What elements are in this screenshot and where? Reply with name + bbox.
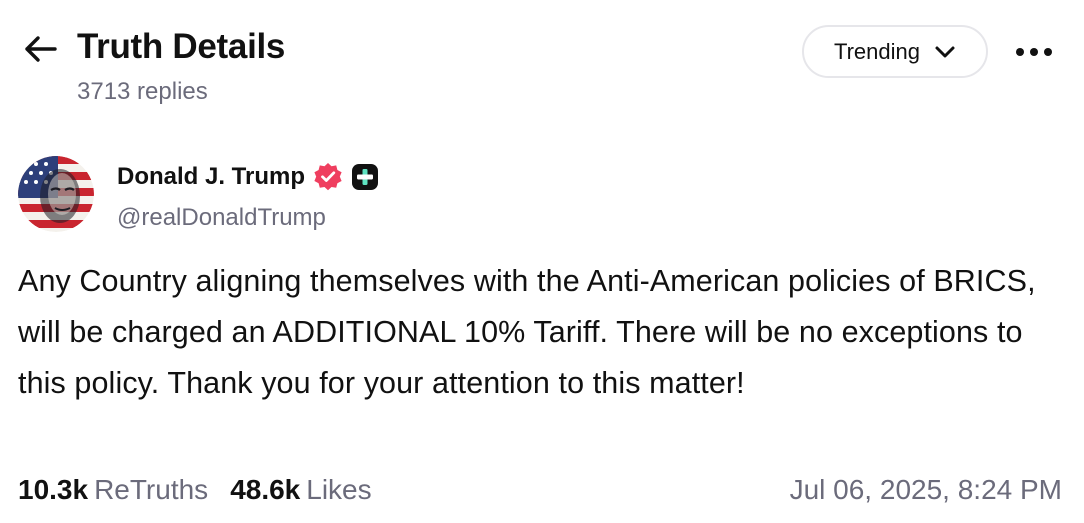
post-timestamp: Jul 06, 2025, 8:24 PM <box>789 474 1062 505</box>
likes-label: Likes <box>306 474 372 505</box>
more-horizontal-icon <box>1016 48 1052 56</box>
truth-plus-badge-icon <box>352 164 379 190</box>
avatar[interactable] <box>18 156 94 232</box>
profile-photo-icon <box>18 156 94 232</box>
author-handle[interactable]: @realDonaldTrump <box>117 204 326 232</box>
verified-badge-icon <box>314 163 342 191</box>
likes-count: 48.6k <box>230 474 301 505</box>
page-header: Truth Details 3713 replies Trending <box>0 0 1084 120</box>
sort-dropdown-label: Trending <box>833 38 920 64</box>
likes-stat[interactable]: 48.6k Likes <box>230 474 371 506</box>
author-name-row: Donald J. Trump <box>117 162 379 192</box>
post-body-text: Any Country aligning themselves with the… <box>18 264 1036 400</box>
retruths-stat[interactable]: 10.3k ReTruths <box>18 474 208 506</box>
chevron-down-icon <box>935 46 955 57</box>
arrow-left-icon <box>25 36 57 62</box>
post-stats: 10.3k ReTruths 48.6k Likes <box>18 474 372 506</box>
author-display-name[interactable]: Donald J. Trump <box>117 163 305 191</box>
retruths-count: 10.3k <box>18 474 89 505</box>
reply-count: 3713 replies <box>77 78 208 105</box>
back-button[interactable] <box>22 33 58 65</box>
sort-dropdown[interactable]: Trending <box>802 25 988 78</box>
retruths-label: ReTruths <box>94 474 209 505</box>
page-title: Truth Details <box>77 27 286 66</box>
more-options-button[interactable] <box>1012 38 1056 66</box>
